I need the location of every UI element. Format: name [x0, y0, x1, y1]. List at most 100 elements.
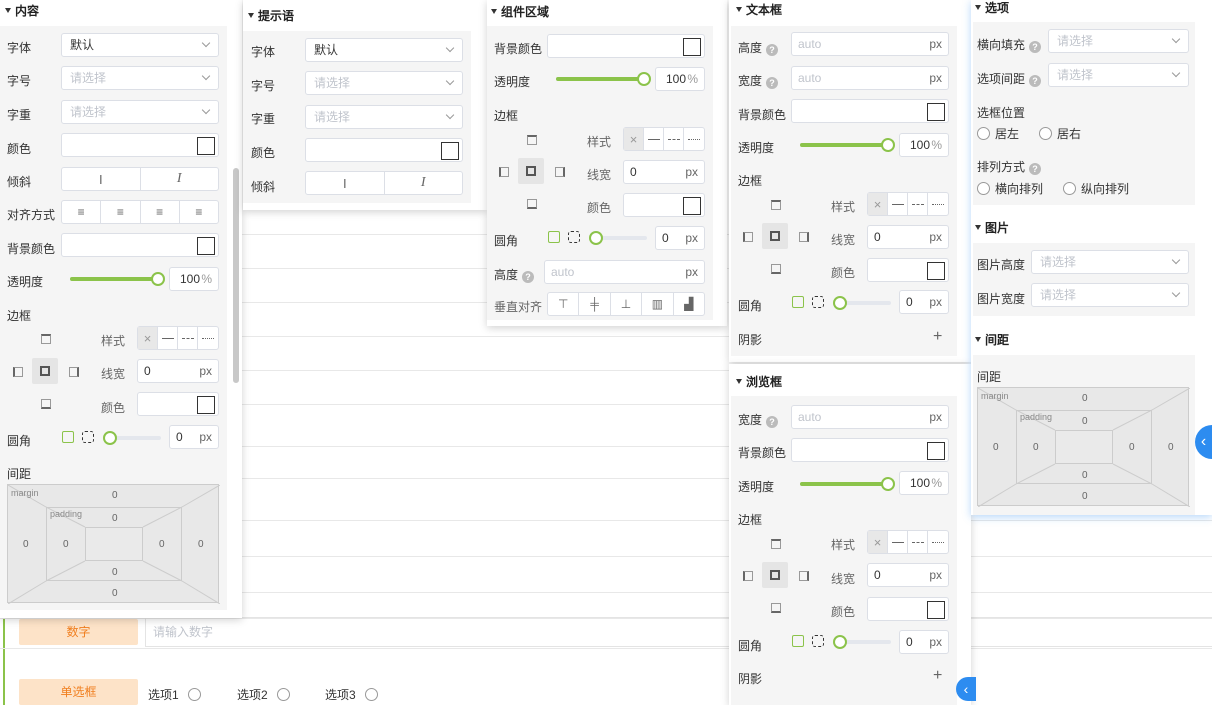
border-bottom-icon[interactable]: [769, 601, 783, 615]
radius-checkbox[interactable]: [62, 431, 74, 443]
gap-select[interactable]: 请选择: [1048, 63, 1189, 87]
color-input[interactable]: [305, 138, 463, 162]
solid-line-icon[interactable]: [644, 128, 664, 150]
radius-corners-icon[interactable]: [812, 635, 824, 647]
arrange-vertical-radio[interactable]: 纵向排列: [1063, 180, 1129, 197]
slider-knob[interactable]: [881, 138, 895, 152]
color-swatch[interactable]: [927, 103, 945, 121]
options-panel-title[interactable]: 选项: [975, 0, 1009, 16]
color-swatch[interactable]: [683, 197, 701, 215]
radius-checkbox[interactable]: [792, 296, 804, 308]
dotted-line-icon[interactable]: [684, 128, 704, 150]
help-icon[interactable]: ?: [766, 77, 779, 89]
box-model-editor[interactable]: margin padding 0 0 0 0 0 0 0 0: [977, 387, 1190, 507]
bg-color-input[interactable]: [547, 34, 705, 58]
opacity-input[interactable]: 100%: [169, 267, 219, 291]
opacity-slider[interactable]: [800, 138, 895, 152]
padding-top[interactable]: 0: [1082, 416, 1088, 427]
border-color-input[interactable]: [623, 193, 705, 217]
color-input[interactable]: [61, 133, 219, 157]
size-select[interactable]: 请选择: [305, 71, 463, 95]
border-left-icon[interactable]: [741, 230, 755, 244]
margin-right[interactable]: 0: [198, 539, 204, 550]
radius-checkbox[interactable]: [792, 635, 804, 647]
color-swatch[interactable]: [197, 137, 215, 155]
padding-bottom[interactable]: 0: [1082, 470, 1088, 481]
radio-option-3[interactable]: 选项3: [325, 686, 383, 703]
align-middle-icon[interactable]: ╪: [579, 293, 611, 315]
position-right-radio[interactable]: 居右: [1039, 125, 1081, 142]
slider-knob[interactable]: [833, 635, 847, 649]
border-style-picker[interactable]: ×: [867, 530, 949, 554]
hint-panel-title[interactable]: 提示语: [248, 7, 294, 24]
align-bottom-icon[interactable]: ⊥: [611, 293, 643, 315]
border-left-icon[interactable]: [497, 165, 511, 179]
italic-icon[interactable]: I: [385, 172, 463, 194]
color-swatch[interactable]: [927, 601, 945, 619]
valign-toggle[interactable]: ⊤ ╪ ⊥ ▥ ▟: [547, 292, 705, 316]
slider-knob[interactable]: [637, 72, 651, 86]
align-right-icon[interactable]: ≡: [141, 201, 180, 223]
radio-option-2[interactable]: 选项2: [237, 686, 295, 703]
help-icon[interactable]: ?: [1029, 163, 1042, 175]
color-swatch[interactable]: [927, 442, 945, 460]
border-style-picker[interactable]: ×: [867, 192, 949, 216]
radius-checkbox[interactable]: [548, 231, 560, 243]
border-style-picker[interactable]: ×: [137, 326, 219, 350]
none-icon[interactable]: ×: [868, 193, 888, 215]
border-bottom-icon[interactable]: [525, 197, 539, 211]
radius-input[interactable]: 0 px: [899, 630, 949, 654]
font-select[interactable]: 默认: [61, 33, 219, 57]
italic-toggle[interactable]: I I: [61, 167, 219, 191]
color-swatch[interactable]: [683, 38, 701, 56]
border-bottom-icon[interactable]: [769, 262, 783, 276]
dashed-line-icon[interactable]: [178, 327, 198, 349]
bg-color-input[interactable]: [791, 99, 949, 123]
border-all-icon[interactable]: [762, 562, 788, 588]
none-icon[interactable]: ×: [624, 128, 644, 150]
margin-right[interactable]: 0: [1168, 442, 1174, 453]
border-top-icon[interactable]: [769, 198, 783, 212]
help-icon[interactable]: ?: [766, 416, 779, 428]
slider-knob[interactable]: [833, 296, 847, 310]
border-right-icon[interactable]: [797, 569, 811, 583]
content-panel-title[interactable]: 内容: [5, 2, 39, 19]
border-right-icon[interactable]: [67, 365, 81, 379]
help-icon[interactable]: ?: [522, 271, 535, 283]
border-top-icon[interactable]: [39, 332, 53, 346]
height-input[interactable]: auto px: [544, 260, 705, 284]
arrange-horizontal-radio[interactable]: 横向排列: [977, 180, 1043, 197]
padding-bottom[interactable]: 0: [112, 567, 118, 578]
number-input[interactable]: 请输入数字: [145, 617, 1212, 647]
border-all-icon[interactable]: [518, 158, 544, 184]
dashed-line-icon[interactable]: [664, 128, 684, 150]
italic-toggle[interactable]: I I: [305, 171, 463, 195]
padding-top[interactable]: 0: [112, 513, 118, 524]
height-input[interactable]: auto px: [791, 32, 949, 56]
slider-knob[interactable]: [103, 431, 117, 445]
align-justify-icon[interactable]: ≡: [180, 201, 218, 223]
image-height-select[interactable]: 请选择: [1031, 250, 1189, 274]
margin-left[interactable]: 0: [993, 442, 999, 453]
border-color-input[interactable]: [867, 258, 949, 282]
dashed-line-icon[interactable]: [908, 193, 928, 215]
help-icon[interactable]: ?: [1029, 41, 1042, 53]
align-left-icon[interactable]: ≡: [62, 201, 102, 223]
color-swatch[interactable]: [927, 262, 945, 280]
radius-corners-icon[interactable]: [568, 231, 580, 243]
position-left-radio[interactable]: 居左: [977, 125, 1019, 142]
border-color-input[interactable]: [137, 392, 219, 416]
border-right-icon[interactable]: [797, 230, 811, 244]
opacity-slider[interactable]: [556, 72, 651, 86]
margin-bottom[interactable]: 0: [112, 588, 118, 599]
none-icon[interactable]: ×: [138, 327, 158, 349]
border-left-icon[interactable]: [741, 569, 755, 583]
radius-corners-icon[interactable]: [812, 296, 824, 308]
padding-right[interactable]: 0: [1129, 442, 1135, 453]
none-icon[interactable]: ×: [868, 531, 888, 553]
opacity-slider[interactable]: [70, 272, 165, 286]
hfill-select[interactable]: 请选择: [1048, 29, 1189, 53]
solid-line-icon[interactable]: [158, 327, 178, 349]
align-toggle[interactable]: ≡ ≡ ≡ ≡: [61, 200, 219, 224]
area-panel-title[interactable]: 组件区域: [491, 3, 549, 20]
